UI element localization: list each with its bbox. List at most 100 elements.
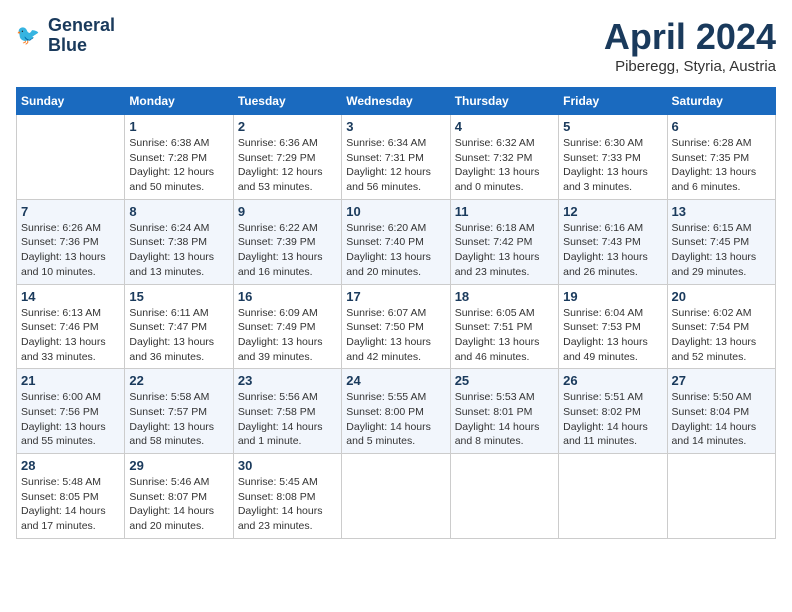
day-info: Sunrise: 5:53 AM Sunset: 8:01 PM Dayligh… — [455, 390, 554, 449]
calendar-cell: 6 Sunrise: 6:28 AM Sunset: 7:35 PM Daylig… — [667, 115, 775, 200]
calendar-cell: 30 Sunrise: 5:45 AM Sunset: 8:08 PM Dayli… — [233, 454, 341, 539]
calendar-table: SundayMondayTuesdayWednesdayThursdayFrid… — [16, 87, 776, 539]
day-info: Sunrise: 6:28 AM Sunset: 7:35 PM Dayligh… — [672, 136, 771, 195]
calendar-cell: 27 Sunrise: 5:50 AM Sunset: 8:04 PM Dayli… — [667, 369, 775, 454]
calendar-cell: 25 Sunrise: 5:53 AM Sunset: 8:01 PM Dayli… — [450, 369, 558, 454]
day-number: 29 — [129, 458, 228, 473]
calendar-cell: 28 Sunrise: 5:48 AM Sunset: 8:05 PM Dayli… — [17, 454, 125, 539]
day-info: Sunrise: 6:22 AM Sunset: 7:39 PM Dayligh… — [238, 221, 337, 280]
day-number: 13 — [672, 204, 771, 219]
day-number: 26 — [563, 373, 662, 388]
calendar-cell: 16Sunrise: 6:09 AM Sunset: 7:49 PM Dayli… — [233, 284, 341, 369]
calendar-cell: 14Sunrise: 6:13 AM Sunset: 7:46 PM Dayli… — [17, 284, 125, 369]
calendar-cell — [17, 115, 125, 200]
day-number: 5 — [563, 119, 662, 134]
day-info: Sunrise: 5:46 AM Sunset: 8:07 PM Dayligh… — [129, 475, 228, 534]
calendar-cell: 26 Sunrise: 5:51 AM Sunset: 8:02 PM Dayli… — [559, 369, 667, 454]
day-info: Sunrise: 5:55 AM Sunset: 8:00 PM Dayligh… — [346, 390, 445, 449]
day-info: Sunrise: 6:32 AM Sunset: 7:32 PM Dayligh… — [455, 136, 554, 195]
day-info: Sunrise: 5:50 AM Sunset: 8:04 PM Dayligh… — [672, 390, 771, 449]
calendar-cell: 8Sunrise: 6:24 AM Sunset: 7:38 PM Daylig… — [125, 199, 233, 284]
calendar-cell: 1 Sunrise: 6:38 AM Sunset: 7:28 PM Daylig… — [125, 115, 233, 200]
day-info: Sunrise: 6:02 AM Sunset: 7:54 PM Dayligh… — [672, 306, 771, 365]
day-info: Sunrise: 6:04 AM Sunset: 7:53 PM Dayligh… — [563, 306, 662, 365]
day-number: 14 — [21, 289, 120, 304]
day-number: 1 — [129, 119, 228, 134]
day-info: Sunrise: 5:51 AM Sunset: 8:02 PM Dayligh… — [563, 390, 662, 449]
day-number: 9 — [238, 204, 337, 219]
weekday-header-saturday: Saturday — [667, 88, 775, 115]
day-info: Sunrise: 6:34 AM Sunset: 7:31 PM Dayligh… — [346, 136, 445, 195]
day-number: 3 — [346, 119, 445, 134]
day-number: 8 — [129, 204, 228, 219]
weekday-header-tuesday: Tuesday — [233, 88, 341, 115]
calendar-cell: 5 Sunrise: 6:30 AM Sunset: 7:33 PM Daylig… — [559, 115, 667, 200]
calendar-cell — [342, 454, 450, 539]
calendar-cell: 22 Sunrise: 5:58 AM Sunset: 7:57 PM Dayli… — [125, 369, 233, 454]
day-info: Sunrise: 5:56 AM Sunset: 7:58 PM Dayligh… — [238, 390, 337, 449]
logo: 🐦 General Blue — [16, 16, 115, 56]
weekday-header-monday: Monday — [125, 88, 233, 115]
page-header: 🐦 General Blue April 2024 Piberegg, Styr… — [16, 16, 776, 75]
day-number: 28 — [21, 458, 120, 473]
calendar-cell: 9 Sunrise: 6:22 AM Sunset: 7:39 PM Daylig… — [233, 199, 341, 284]
weekday-header-wednesday: Wednesday — [342, 88, 450, 115]
calendar-cell: 7Sunrise: 6:26 AM Sunset: 7:36 PM Daylig… — [17, 199, 125, 284]
logo-line2: Blue — [48, 36, 115, 56]
day-number: 12 — [563, 204, 662, 219]
calendar-cell: 2 Sunrise: 6:36 AM Sunset: 7:29 PM Daylig… — [233, 115, 341, 200]
calendar-cell — [667, 454, 775, 539]
calendar-cell — [450, 454, 558, 539]
calendar-cell: 3 Sunrise: 6:34 AM Sunset: 7:31 PM Daylig… — [342, 115, 450, 200]
calendar-week-2: 7Sunrise: 6:26 AM Sunset: 7:36 PM Daylig… — [17, 199, 776, 284]
day-info: Sunrise: 6:38 AM Sunset: 7:28 PM Dayligh… — [129, 136, 228, 195]
calendar-cell: 23Sunrise: 5:56 AM Sunset: 7:58 PM Dayli… — [233, 369, 341, 454]
calendar-cell: 13 Sunrise: 6:15 AM Sunset: 7:45 PM Dayli… — [667, 199, 775, 284]
day-number: 20 — [672, 289, 771, 304]
day-number: 19 — [563, 289, 662, 304]
day-info: Sunrise: 5:48 AM Sunset: 8:05 PM Dayligh… — [21, 475, 120, 534]
calendar-cell: 18 Sunrise: 6:05 AM Sunset: 7:51 PM Dayli… — [450, 284, 558, 369]
calendar-cell: 4Sunrise: 6:32 AM Sunset: 7:32 PM Daylig… — [450, 115, 558, 200]
weekday-header-sunday: Sunday — [17, 88, 125, 115]
day-number: 6 — [672, 119, 771, 134]
day-number: 15 — [129, 289, 228, 304]
day-number: 2 — [238, 119, 337, 134]
day-info: Sunrise: 6:05 AM Sunset: 7:51 PM Dayligh… — [455, 306, 554, 365]
day-number: 22 — [129, 373, 228, 388]
calendar-week-1: 1 Sunrise: 6:38 AM Sunset: 7:28 PM Daylig… — [17, 115, 776, 200]
day-number: 17 — [346, 289, 445, 304]
day-info: Sunrise: 6:16 AM Sunset: 7:43 PM Dayligh… — [563, 221, 662, 280]
calendar-cell: 20 Sunrise: 6:02 AM Sunset: 7:54 PM Dayli… — [667, 284, 775, 369]
day-info: Sunrise: 6:36 AM Sunset: 7:29 PM Dayligh… — [238, 136, 337, 195]
calendar-week-4: 21 Sunrise: 6:00 AM Sunset: 7:56 PM Dayli… — [17, 369, 776, 454]
day-info: Sunrise: 5:45 AM Sunset: 8:08 PM Dayligh… — [238, 475, 337, 534]
weekday-header-friday: Friday — [559, 88, 667, 115]
day-info: Sunrise: 6:26 AM Sunset: 7:36 PM Dayligh… — [21, 221, 120, 280]
svg-text:🐦: 🐦 — [16, 25, 40, 46]
logo-line1: General — [48, 16, 115, 36]
day-number: 25 — [455, 373, 554, 388]
day-number: 30 — [238, 458, 337, 473]
day-number: 10 — [346, 204, 445, 219]
day-number: 16 — [238, 289, 337, 304]
calendar-cell: 29 Sunrise: 5:46 AM Sunset: 8:07 PM Dayli… — [125, 454, 233, 539]
day-info: Sunrise: 6:30 AM Sunset: 7:33 PM Dayligh… — [563, 136, 662, 195]
location-subtitle: Piberegg, Styria, Austria — [604, 58, 776, 75]
day-info: Sunrise: 6:18 AM Sunset: 7:42 PM Dayligh… — [455, 221, 554, 280]
logo-text: General Blue — [48, 16, 115, 56]
day-number: 18 — [455, 289, 554, 304]
weekday-header-thursday: Thursday — [450, 88, 558, 115]
day-info: Sunrise: 6:20 AM Sunset: 7:40 PM Dayligh… — [346, 221, 445, 280]
calendar-cell: 11 Sunrise: 6:18 AM Sunset: 7:42 PM Dayli… — [450, 199, 558, 284]
day-number: 21 — [21, 373, 120, 388]
calendar-week-3: 14Sunrise: 6:13 AM Sunset: 7:46 PM Dayli… — [17, 284, 776, 369]
day-info: Sunrise: 6:00 AM Sunset: 7:56 PM Dayligh… — [21, 390, 120, 449]
calendar-week-5: 28 Sunrise: 5:48 AM Sunset: 8:05 PM Dayli… — [17, 454, 776, 539]
day-number: 11 — [455, 204, 554, 219]
day-number: 27 — [672, 373, 771, 388]
calendar-cell — [559, 454, 667, 539]
day-info: Sunrise: 6:15 AM Sunset: 7:45 PM Dayligh… — [672, 221, 771, 280]
day-info: Sunrise: 5:58 AM Sunset: 7:57 PM Dayligh… — [129, 390, 228, 449]
calendar-cell: 17Sunrise: 6:07 AM Sunset: 7:50 PM Dayli… — [342, 284, 450, 369]
